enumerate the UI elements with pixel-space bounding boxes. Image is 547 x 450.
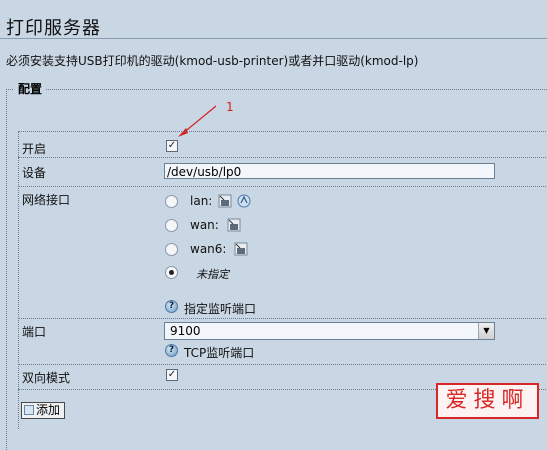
help-icon: ? — [165, 300, 178, 313]
interface-option-unspecified: 未指定 — [196, 268, 229, 281]
help-icon: ? — [165, 344, 178, 357]
row-divider — [18, 131, 547, 132]
device-label: 设备 — [22, 166, 47, 180]
port-label: 端口 — [22, 325, 47, 339]
ethernet-port-icon — [234, 242, 248, 256]
row-divider — [18, 364, 547, 365]
title-divider — [0, 38, 547, 39]
interface-label: 网络接口 — [22, 193, 71, 207]
device-input[interactable]: /dev/usb/lp0 — [164, 163, 495, 179]
annotation-arrow-icon — [178, 105, 217, 137]
ethernet-port-icon — [227, 218, 241, 232]
interface-option-lan: lan: — [190, 194, 213, 208]
wifi-icon — [237, 194, 251, 208]
page-description: 必须安装支持USB打印机的驱动(kmod-usb-printer)或者并口驱动(… — [6, 54, 419, 68]
interface-radio-unspecified[interactable] — [165, 266, 178, 279]
port-select[interactable]: 9100 ▼ — [164, 322, 495, 340]
ethernet-port-icon — [218, 194, 232, 208]
interface-help-text: 指定监听端口 — [184, 302, 257, 316]
interface-option-wan6: wan6: — [190, 242, 227, 256]
watermark-stamp: 爱搜啊 — [436, 383, 539, 419]
config-legend: 配置 — [14, 80, 47, 97]
row-divider — [18, 318, 547, 319]
interface-radio-wan[interactable] — [165, 219, 178, 232]
chevron-down-icon[interactable]: ▼ — [478, 323, 494, 339]
port-select-value: 9100 — [170, 324, 201, 338]
interface-radio-lan[interactable] — [165, 195, 178, 208]
bidirectional-label: 双向模式 — [22, 371, 71, 385]
interface-option-wan: wan: — [190, 218, 219, 232]
enable-checkbox[interactable]: ✓ — [166, 140, 178, 152]
add-button[interactable]: 添加 — [21, 402, 65, 419]
fieldset-left-border — [18, 131, 20, 429]
row-divider — [18, 186, 547, 187]
interface-radio-wan6[interactable] — [165, 243, 178, 256]
enable-label: 开启 — [22, 142, 47, 156]
add-button-label: 添加 — [36, 403, 61, 417]
row-divider — [18, 157, 547, 158]
annotation-number: 1 — [226, 100, 234, 114]
add-icon — [24, 405, 34, 415]
page-title: 打印服务器 — [6, 18, 101, 39]
port-help-text: TCP监听端口 — [184, 346, 255, 360]
bidirectional-checkbox[interactable]: ✓ — [166, 369, 178, 381]
